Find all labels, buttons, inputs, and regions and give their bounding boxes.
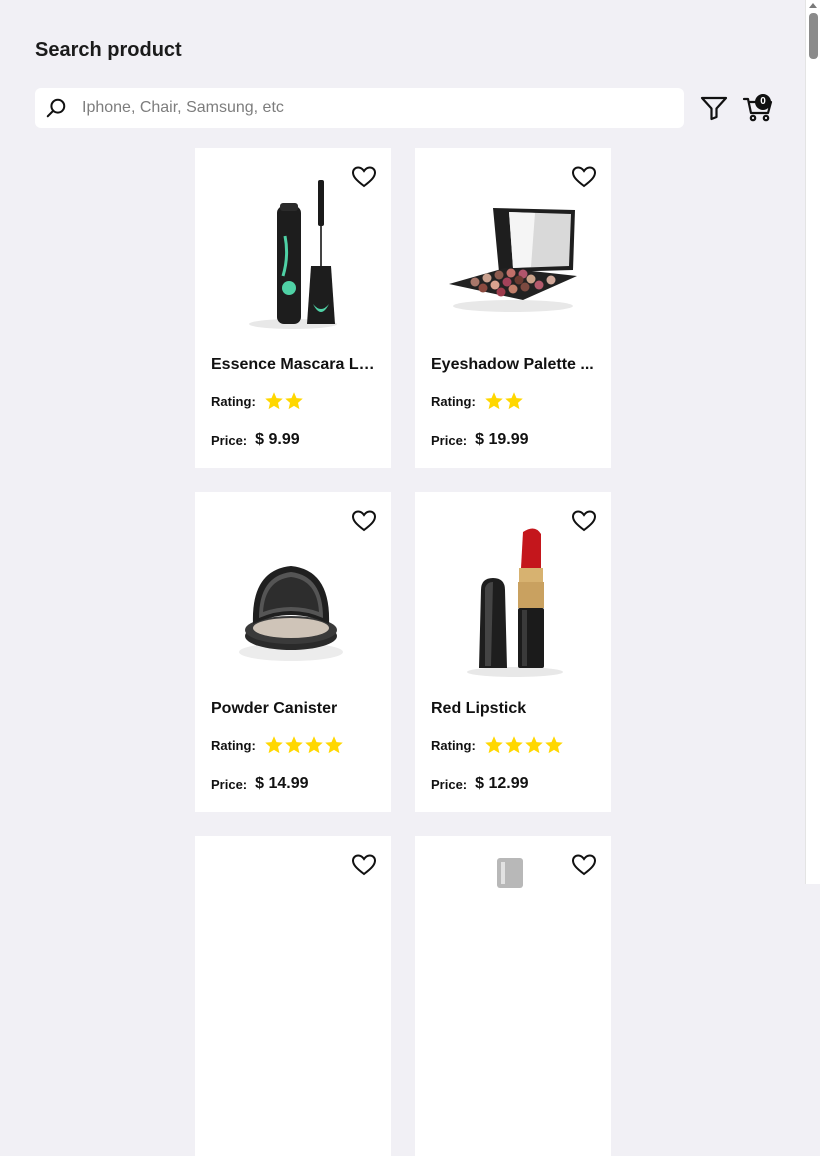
product-card[interactable] xyxy=(195,836,391,1156)
search-icon xyxy=(45,97,67,119)
rating-label: Rating: xyxy=(211,737,256,753)
search-input[interactable] xyxy=(80,98,684,118)
star-icon xyxy=(285,736,303,754)
product-price: $ 19.99 xyxy=(475,431,529,448)
product-image-red-lipstick xyxy=(467,528,563,677)
price-label: Price: xyxy=(431,776,468,792)
rating-row: Rating: xyxy=(211,735,344,755)
scroll-up-arrow[interactable] xyxy=(809,3,817,8)
filter-icon xyxy=(700,96,728,121)
product-card[interactable]: Powder Canister Rating: Price: $ 14.99 xyxy=(195,492,391,812)
rating-stars xyxy=(264,735,344,755)
star-icon xyxy=(485,736,503,754)
product-price: $ 12.99 xyxy=(475,775,529,792)
vertical-scrollbar[interactable] xyxy=(805,0,820,884)
star-icon xyxy=(265,392,283,410)
heart-icon[interactable] xyxy=(351,853,377,877)
product-search-page: Search product 0 xyxy=(0,0,805,1156)
product-card[interactable]: Red Lipstick Rating: Price: $ 12.99 xyxy=(415,492,611,812)
price-row: Price: $ 14.99 xyxy=(211,775,309,793)
search-bar[interactable] xyxy=(35,88,684,128)
cart-count-badge: 0 xyxy=(755,94,771,110)
price-row: Price: $ 19.99 xyxy=(431,431,529,449)
rating-stars xyxy=(484,391,524,411)
star-icon xyxy=(505,736,523,754)
star-icon xyxy=(285,392,303,410)
rating-stars xyxy=(484,735,564,755)
star-icon xyxy=(325,736,343,754)
rating-stars xyxy=(264,391,304,411)
rating-label: Rating: xyxy=(431,737,476,753)
star-icon xyxy=(525,736,543,754)
scroll-thumb[interactable] xyxy=(809,13,818,59)
product-image-mascara xyxy=(249,180,337,329)
product-name[interactable]: Eyeshadow Palette ... xyxy=(431,356,597,374)
star-icon xyxy=(545,736,563,754)
price-row: Price: $ 9.99 xyxy=(211,431,300,449)
star-icon xyxy=(305,736,323,754)
price-label: Price: xyxy=(211,776,248,792)
price-label: Price: xyxy=(431,432,468,448)
rating-label: Rating: xyxy=(431,393,476,409)
product-card[interactable]: Eyeshadow Palette ... Rating: Price: $ 1… xyxy=(415,148,611,468)
product-card[interactable] xyxy=(415,836,611,1156)
price-label: Price: xyxy=(211,432,248,448)
product-name[interactable]: Powder Canister xyxy=(211,700,377,718)
rating-row: Rating: xyxy=(211,391,304,411)
product-image-bottle xyxy=(497,858,523,888)
product-card[interactable]: Essence Mascara La... Rating: Price: $ 9… xyxy=(195,148,391,468)
product-name[interactable]: Red Lipstick xyxy=(431,700,597,718)
product-name[interactable]: Essence Mascara La... xyxy=(211,356,377,374)
price-row: Price: $ 12.99 xyxy=(431,775,529,793)
star-icon xyxy=(505,392,523,410)
filter-button[interactable] xyxy=(700,95,728,121)
rating-label: Rating: xyxy=(211,393,256,409)
star-icon xyxy=(485,392,503,410)
product-image-eyeshadow-palette xyxy=(449,208,577,312)
product-image-powder-canister xyxy=(239,566,343,661)
star-icon xyxy=(265,736,283,754)
product-price: $ 9.99 xyxy=(255,431,300,448)
product-price: $ 14.99 xyxy=(255,775,309,792)
page-title: Search product xyxy=(35,39,182,61)
rating-row: Rating: xyxy=(431,391,524,411)
rating-row: Rating: xyxy=(431,735,564,755)
